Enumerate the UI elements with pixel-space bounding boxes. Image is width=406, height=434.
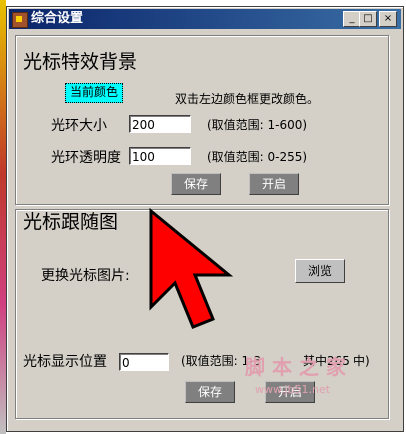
title-bar[interactable]: 综合设置 _ □ × xyxy=(9,9,401,29)
follow-save-button[interactable]: 保存 xyxy=(185,381,235,403)
cursor-arrow-icon xyxy=(149,207,234,329)
follow-heading: 光标跟随图 xyxy=(23,211,119,233)
watermark-text: 脚 本 之 家 xyxy=(245,355,346,379)
effect-enable-button[interactable]: 开启 xyxy=(249,173,299,195)
window-title: 综合设置 xyxy=(31,11,84,26)
size-input[interactable]: 200 xyxy=(129,115,191,133)
position-label: 光标显示位置 xyxy=(23,354,107,370)
current-color-box[interactable]: 当前颜色 xyxy=(65,83,123,103)
browse-button[interactable]: 浏览 xyxy=(295,259,345,283)
opacity-label: 光环透明度 xyxy=(51,150,121,166)
size-label: 光环大小 xyxy=(51,118,107,134)
opacity-range: (取值范围: 0-255) xyxy=(207,150,308,164)
settings-window: 综合设置 _ □ × 光标特效背景 当前颜色 双击左边颜色框更改颜色。 光环大小… xyxy=(6,6,404,432)
color-hint: 双击左边颜色框更改颜色。 xyxy=(175,92,320,106)
position-input[interactable]: 0 xyxy=(119,353,169,371)
effect-save-button[interactable]: 保存 xyxy=(171,173,221,195)
close-button[interactable]: × xyxy=(379,11,397,27)
app-icon xyxy=(12,12,28,28)
change-image-label: 更换光标图片: xyxy=(41,268,130,284)
watermark-url: www.jb51.net xyxy=(255,383,331,396)
opacity-input[interactable]: 100 xyxy=(129,147,191,165)
maximize-button[interactable]: □ xyxy=(359,11,377,27)
size-range: (取值范围: 1-600) xyxy=(207,118,308,132)
position-range-end: 中) xyxy=(353,354,370,368)
effect-heading: 光标特效背景 xyxy=(23,51,138,73)
